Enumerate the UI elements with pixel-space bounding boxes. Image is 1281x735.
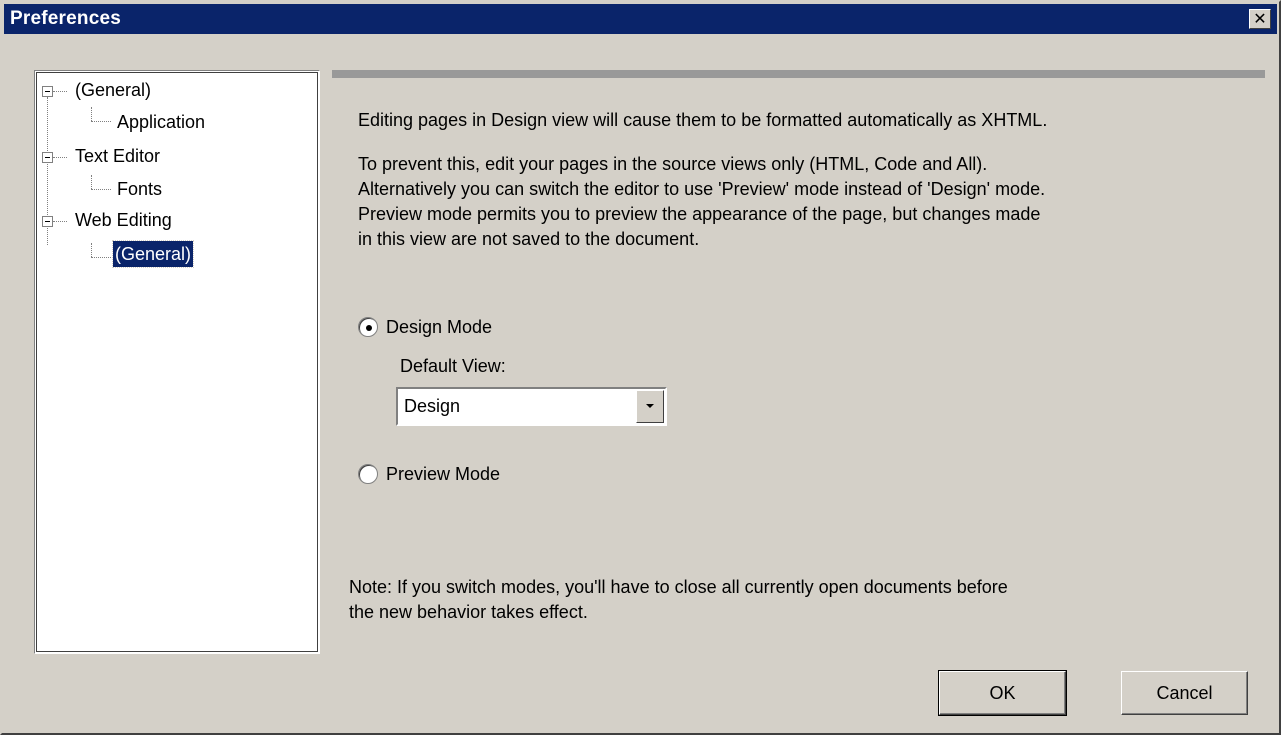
close-icon: ✕ [1253,9,1267,28]
note-line-1: Note: If you switch modes, you'll have t… [349,577,1008,597]
default-view-label: Default View: [400,356,506,376]
title-bar[interactable]: Preferences ✕ [4,4,1277,34]
intro-text: Editing pages in Design view will cause … [358,110,1048,130]
preview-mode-label[interactable]: Preview Mode [386,463,500,485]
design-mode-radio[interactable] [358,317,378,337]
cancel-button[interactable]: Cancel [1121,671,1248,715]
collapse-icon[interactable] [42,152,53,163]
collapse-icon[interactable] [42,86,53,97]
tree-item-application[interactable]: Application [115,109,207,135]
ok-button[interactable]: OK [938,670,1067,716]
detail-line-1: To prevent this, edit your pages in the … [358,154,988,174]
preview-mode-radio[interactable] [358,464,378,484]
detail-line-3: Preview mode permits you to preview the … [358,204,1041,224]
design-mode-label[interactable]: Design Mode [386,316,492,338]
preferences-tree[interactable]: (General) Application Text Editor Fonts … [34,70,320,654]
preferences-dialog: Preferences ✕ (General) Application Text… [0,0,1281,735]
collapse-icon[interactable] [42,216,53,227]
default-view-value: Design [404,396,461,416]
dropdown-arrow-icon[interactable] [636,390,664,423]
tree-item-fonts[interactable]: Fonts [115,176,164,202]
tree-item-web-general[interactable]: (General) [111,240,195,268]
close-button[interactable]: ✕ [1249,9,1271,29]
detail-line-4: in this view are not saved to the docume… [358,229,700,249]
tree-item-general[interactable]: (General) [73,77,153,103]
detail-line-2: Alternatively you can switch the editor … [358,179,1046,199]
tree-item-web-editing[interactable]: Web Editing [73,207,174,233]
dialog-title: Preferences [10,8,121,29]
section-header-bar [332,70,1265,78]
tree-item-text-editor[interactable]: Text Editor [73,143,162,169]
default-view-select[interactable]: Design [396,387,667,426]
note-line-2: the new behavior takes effect. [349,602,588,622]
